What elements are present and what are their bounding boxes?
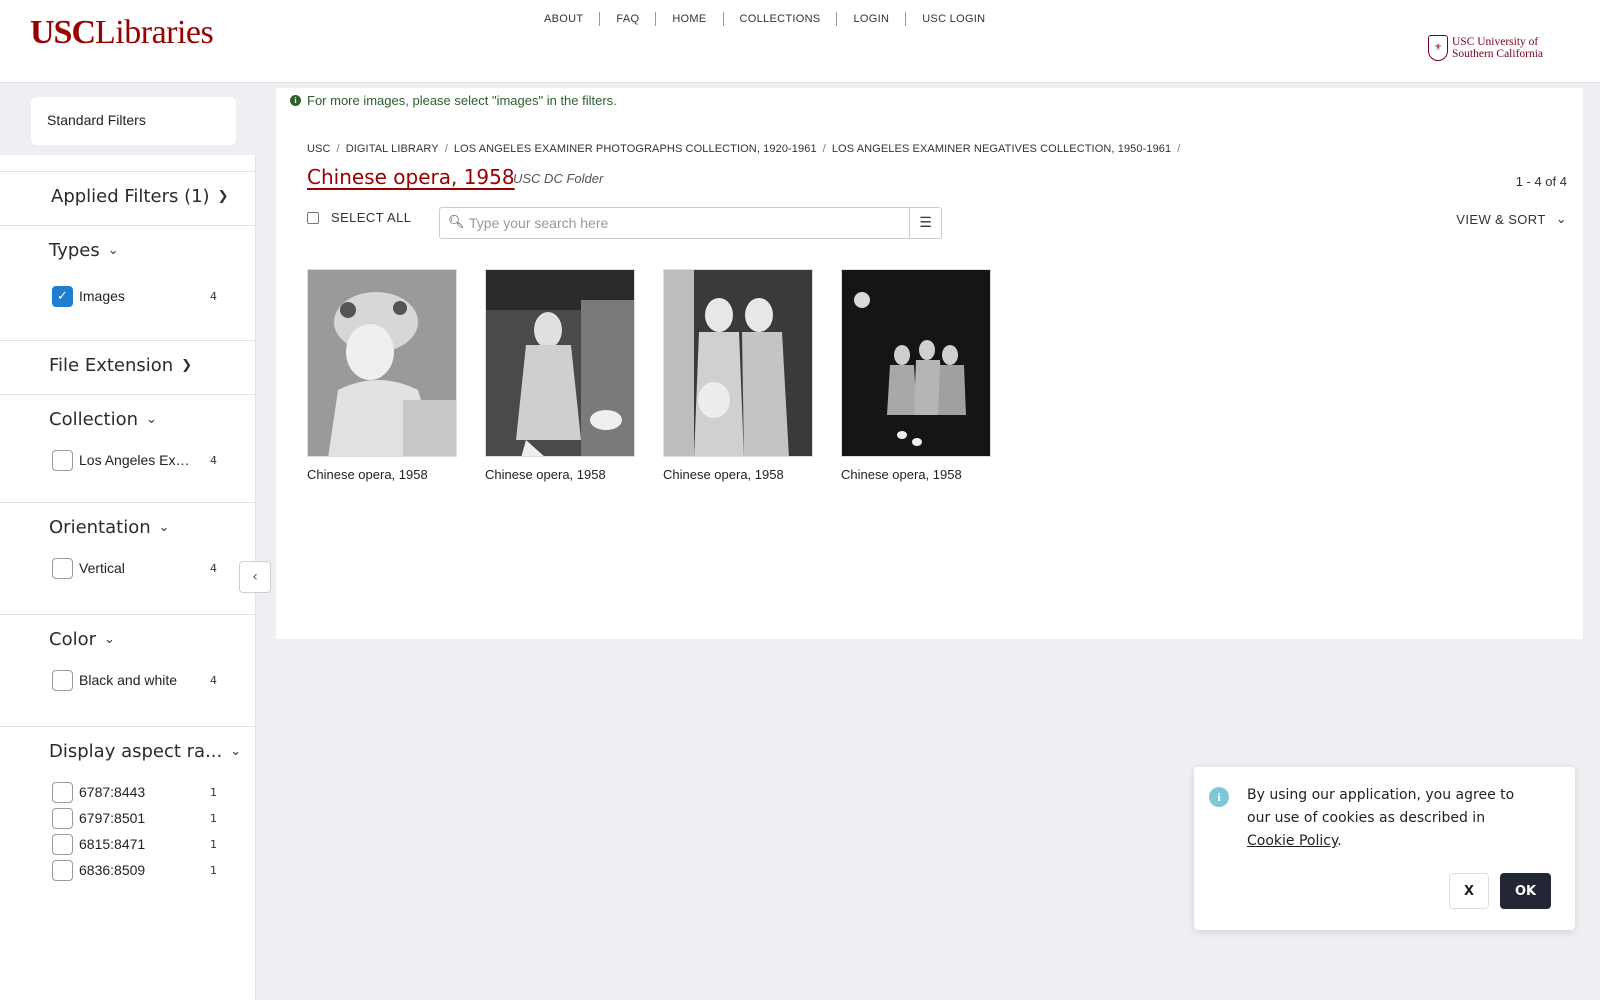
collapse-sidebar-button[interactable]: ‹ (239, 561, 271, 593)
breadcrumb-negatives-collection[interactable]: LOS ANGELES EXAMINER NEGATIVES COLLECTIO… (832, 143, 1171, 155)
nav-about[interactable]: ABOUT (544, 12, 599, 26)
cookie-banner: i By using our application, you agree to… (1194, 767, 1575, 930)
nav-faq[interactable]: FAQ (599, 12, 655, 26)
checkbox[interactable] (52, 833, 73, 855)
result-thumbnail[interactable] (485, 269, 635, 457)
result-card[interactable]: Chinese opera, 1958 (841, 269, 993, 482)
breadcrumb-digital-library[interactable]: DIGITAL LIBRARY (346, 143, 439, 155)
display-aspect-toggle[interactable]: Display aspect ra... ⌄ (49, 741, 241, 762)
university-logo[interactable]: ⚜ USC University of Southern California (1428, 35, 1543, 61)
top-navigation: ABOUT FAQ HOME COLLECTIONS LOGIN USC LOG… (544, 12, 1001, 26)
cookie-policy-link[interactable]: Cookie Policy (1247, 833, 1337, 849)
file-extension-section: File Extension ❯ (0, 340, 256, 394)
breadcrumb-photographs-collection[interactable]: LOS ANGELES EXAMINER PHOTOGRAPHS COLLECT… (454, 143, 817, 155)
nav-login[interactable]: LOGIN (836, 12, 905, 26)
cookie-dismiss-button[interactable]: X (1449, 873, 1489, 909)
filter-option-vertical[interactable]: Vertical 4 (52, 557, 217, 579)
result-card[interactable]: Chinese opera, 1958 (663, 269, 815, 482)
nav-collections[interactable]: COLLECTIONS (722, 12, 837, 26)
color-toggle[interactable]: Color ⌄ (49, 629, 115, 650)
standard-filters-tab[interactable]: Standard Filters (31, 97, 236, 145)
result-thumbnail[interactable] (841, 269, 991, 457)
applied-filters-section: Applied Filters (1) ❯ (0, 171, 256, 225)
results-panel: i For more images, please select "images… (276, 88, 1583, 639)
info-icon: i (1209, 787, 1229, 807)
collection-toggle[interactable]: Collection ⌄ (49, 409, 157, 430)
chevron-right-icon: ❯ (217, 189, 229, 204)
orientation-section: Orientation ⌄ Vertical 4 (0, 502, 256, 614)
chevron-down-icon: ⌄ (104, 632, 115, 647)
nav-usc-login[interactable]: USC LOGIN (905, 12, 1001, 26)
cookie-message: By using our application, you agree to o… (1247, 787, 1515, 849)
checkbox[interactable] (52, 807, 73, 829)
site-header: USCLibraries ABOUT FAQ HOME COLLECTIONS … (0, 0, 1600, 83)
chevron-right-icon: ❯ (181, 358, 193, 373)
checkbox[interactable] (52, 859, 73, 881)
usc-seal-icon: ⚜ (1428, 35, 1448, 61)
info-icon: i (290, 95, 301, 106)
usc-libraries-logo[interactable]: USCLibraries (30, 14, 214, 52)
filter-option-aspect[interactable]: 6787:8443 1 (52, 781, 217, 803)
results-grid: Chinese opera, 1958 Chinese opera, 1958 (307, 269, 993, 482)
images-notice: i For more images, please select "images… (290, 93, 617, 108)
view-sort-dropdown[interactable]: VIEW & SORT ⌄ (1456, 211, 1567, 227)
filter-option-collection[interactable]: Los Angeles Examiner Photographs Collect… (52, 449, 217, 471)
chevron-down-icon: ⌄ (1555, 211, 1567, 226)
result-count: 1 - 4 of 4 (1515, 174, 1567, 189)
breadcrumb: USC / DIGITAL LIBRARY / LOS ANGELES EXAMIN… (307, 143, 1181, 155)
search-input[interactable] (469, 212, 889, 234)
chevron-left-icon: ‹ (252, 569, 258, 585)
search-icon: 🔍︎ (448, 215, 465, 230)
sliders-icon: ☰ (919, 215, 932, 231)
collection-section: Collection ⌄ Los Angeles Examiner Photog… (0, 394, 256, 502)
chevron-down-icon: ⌄ (146, 412, 157, 427)
breadcrumb-usc[interactable]: USC (307, 143, 331, 155)
file-extension-toggle[interactable]: File Extension ❯ (49, 355, 192, 376)
types-section: Types ⌄ ✓ Images 4 (0, 225, 256, 340)
checkbox[interactable] (52, 449, 73, 471)
chevron-down-icon: ⌄ (158, 520, 170, 535)
search-box: 🔍︎ ☰ (439, 207, 942, 239)
checkbox[interactable] (52, 557, 73, 579)
checkbox[interactable] (52, 669, 73, 691)
filter-option-black-and-white[interactable]: Black and white 4 (52, 669, 217, 691)
filter-option-aspect[interactable]: 6797:8501 1 (52, 807, 217, 829)
select-all[interactable]: SELECT ALL (307, 210, 411, 225)
advanced-search-button[interactable]: ☰ (909, 208, 941, 238)
color-section: Color ⌄ Black and white 4 (0, 614, 256, 726)
display-aspect-section: Display aspect ra... ⌄ 6787:8443 1 6797:… (0, 726, 256, 1000)
filter-option-aspect[interactable]: 6815:8471 1 (52, 833, 217, 855)
result-thumbnail[interactable] (663, 269, 813, 457)
result-card[interactable]: Chinese opera, 1958 (307, 269, 459, 482)
applied-filters-toggle[interactable]: Applied Filters (1) ❯ (51, 186, 228, 207)
orientation-toggle[interactable]: Orientation ⌄ (49, 517, 170, 538)
filter-sidebar: Standard Filters Applied Filters (1) ❯ T… (0, 83, 256, 1000)
checkbox-checked[interactable]: ✓ (52, 285, 73, 307)
types-toggle[interactable]: Types ⌄ (49, 240, 119, 261)
filter-option-aspect[interactable]: 6836:8509 1 (52, 859, 217, 881)
checkbox[interactable] (52, 781, 73, 803)
folder-type-label: USC DC Folder (513, 171, 604, 186)
result-card[interactable]: Chinese opera, 1958 (485, 269, 637, 482)
result-thumbnail[interactable] (307, 269, 457, 457)
nav-home[interactable]: HOME (655, 12, 722, 26)
chevron-down-icon: ⌄ (107, 243, 119, 258)
filter-option-images[interactable]: ✓ Images 4 (52, 285, 217, 307)
cookie-ok-button[interactable]: OK (1500, 873, 1551, 909)
chevron-down-icon: ⌄ (230, 744, 242, 759)
page-title[interactable]: Chinese opera, 1958 (307, 165, 515, 189)
select-all-checkbox[interactable] (307, 211, 319, 224)
